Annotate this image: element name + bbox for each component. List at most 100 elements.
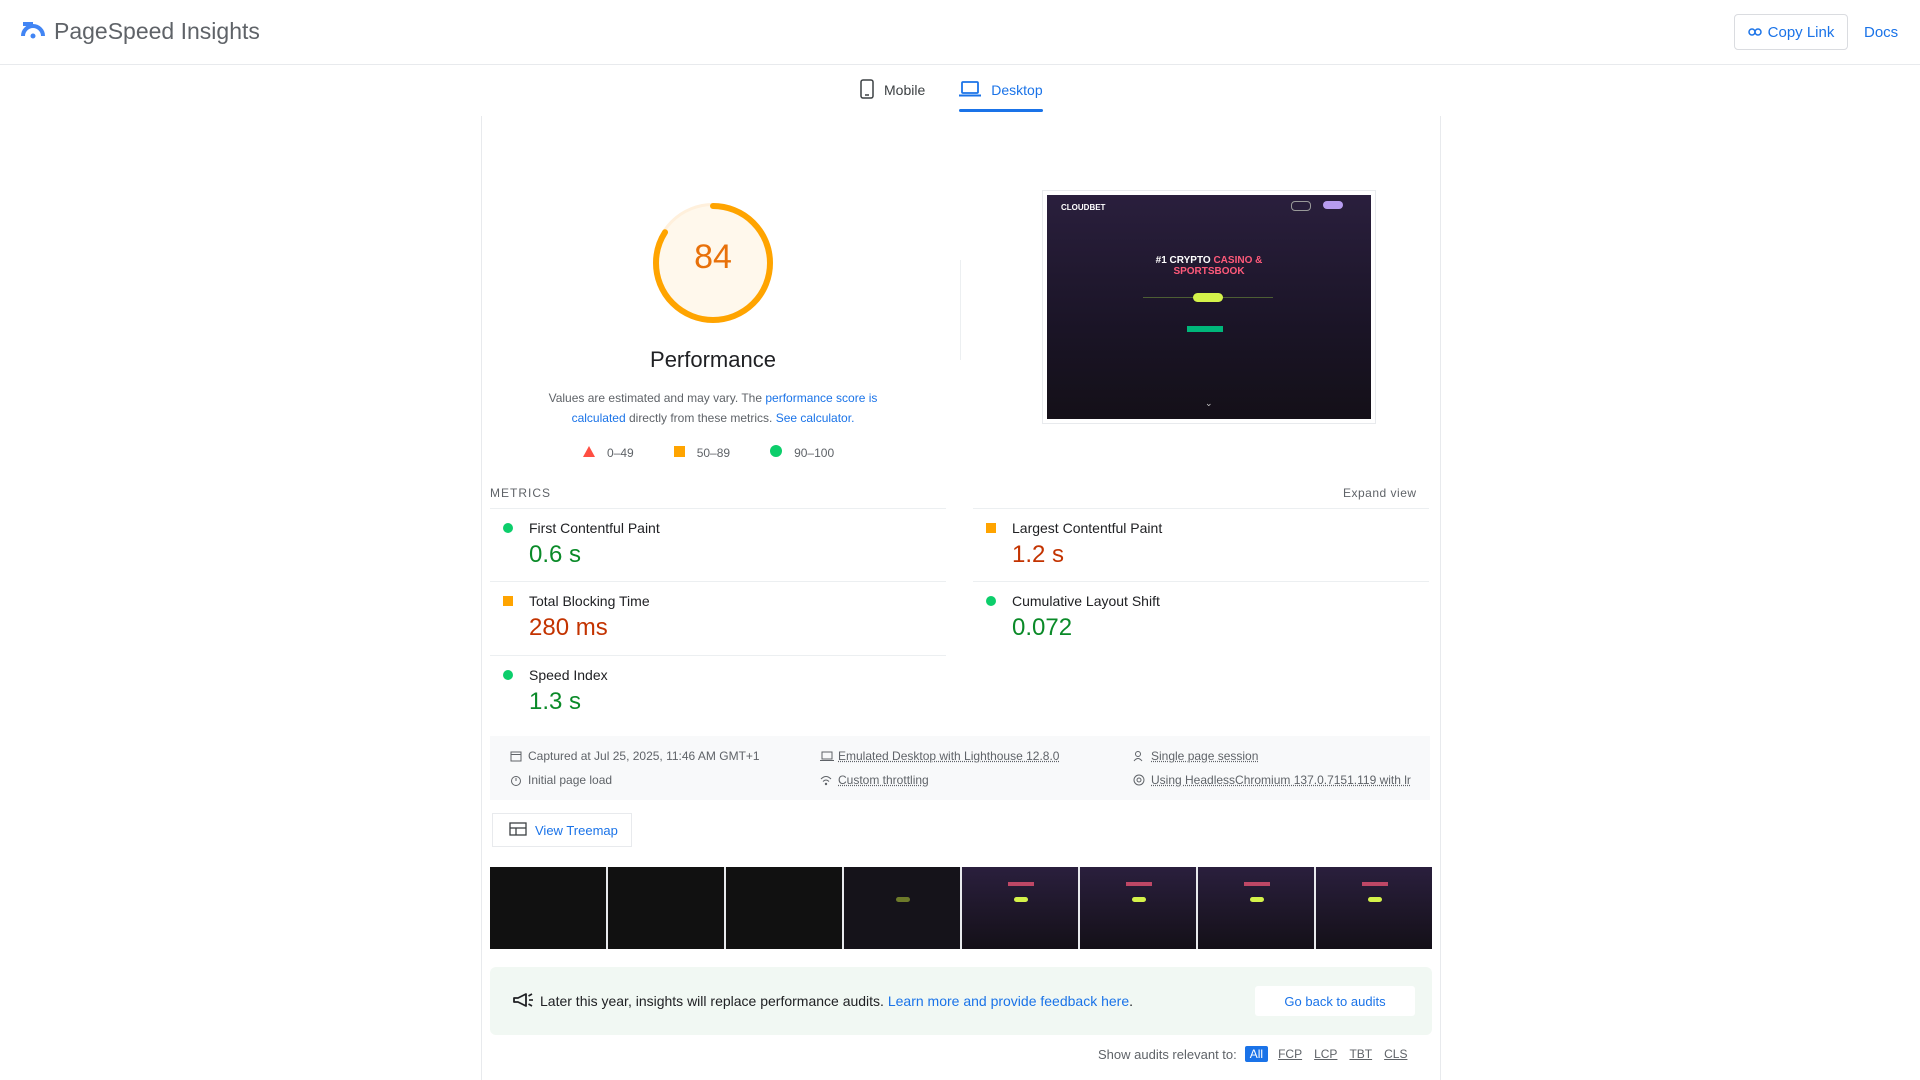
treemap-label: View Treemap bbox=[535, 822, 618, 838]
filmstrip-frame bbox=[844, 867, 960, 949]
performance-description: Values are estimated and may vary. The p… bbox=[530, 388, 896, 428]
desc-text-2: directly from these metrics. bbox=[625, 411, 776, 425]
green-circle-icon bbox=[770, 445, 783, 460]
headline-1: #1 CRYPTO bbox=[1155, 255, 1211, 266]
legend-poor: 0–49 bbox=[583, 445, 634, 460]
tab-mobile-label: Mobile bbox=[884, 82, 926, 98]
megaphone-icon bbox=[512, 991, 534, 1014]
legend-good: 90–100 bbox=[770, 445, 834, 460]
final-screenshot[interactable]: CLOUDBET #1 CRYPTO CASINO & SPORTSBOOK ⌄ bbox=[1042, 190, 1376, 424]
filter-chip-cls[interactable]: CLS bbox=[1382, 1047, 1409, 1061]
browser-version[interactable]: Using HeadlessChromium 137.0.7151.119 wi… bbox=[1133, 773, 1411, 787]
filmstrip-frame bbox=[962, 867, 1078, 949]
phone-icon bbox=[860, 78, 874, 102]
good-dot-icon bbox=[503, 670, 513, 680]
screenshot-brand: CLOUDBET bbox=[1061, 203, 1106, 212]
expand-view-toggle[interactable]: Expand view bbox=[1343, 486, 1417, 500]
captured-at: Captured at Jul 25, 2025, 11:46 AM GMT+1 bbox=[510, 749, 760, 763]
initial-text: Initial page load bbox=[528, 773, 613, 787]
metric-name: Cumulative Layout Shift bbox=[1012, 593, 1160, 609]
app-title: PageSpeed Insights bbox=[54, 18, 260, 44]
screenshot-headline: #1 CRYPTO CASINO & SPORTSBOOK bbox=[1047, 255, 1371, 277]
average-square-icon bbox=[986, 523, 996, 533]
filter-chip-fcp[interactable]: FCP bbox=[1276, 1047, 1304, 1061]
notice-text: Later this year, insights will replace p… bbox=[540, 993, 1133, 1009]
filmstrip-frame bbox=[608, 867, 724, 949]
divider bbox=[960, 260, 961, 360]
filmstrip bbox=[490, 867, 1432, 949]
captured-text: Captured at Jul 25, 2025, 11:46 AM GMT+1 bbox=[528, 749, 760, 763]
view-treemap-button[interactable]: View Treemap bbox=[492, 813, 632, 847]
filmstrip-frame bbox=[1080, 867, 1196, 949]
emulated-text: Emulated Desktop with Lighthouse 12.8.0 bbox=[838, 749, 1060, 763]
good-dot-icon bbox=[503, 523, 513, 533]
screenshot-login-pill bbox=[1291, 201, 1311, 211]
audit-filter: Show audits relevant to: All FCP LCP TBT… bbox=[1098, 1046, 1409, 1062]
metric-fcp: First Contentful Paint 0.6 s bbox=[490, 508, 946, 580]
performance-title: Performance bbox=[650, 347, 776, 372]
red-triangle-icon bbox=[583, 445, 595, 460]
legend-good-label: 90–100 bbox=[794, 445, 835, 460]
metric-lcp: Largest Contentful Paint 1.2 s bbox=[973, 508, 1429, 580]
learn-more-link[interactable]: Learn more and provide feedback here bbox=[888, 993, 1129, 1009]
session-type[interactable]: Single page session bbox=[1133, 749, 1258, 763]
throttling-text: Custom throttling bbox=[838, 773, 929, 787]
pagespeed-logo-icon bbox=[20, 18, 46, 45]
tab-desktop[interactable]: Desktop bbox=[959, 76, 1043, 112]
copy-link-label: Copy Link bbox=[1767, 23, 1835, 41]
filter-chip-tbt[interactable]: TBT bbox=[1347, 1047, 1374, 1061]
copy-link-button[interactable]: Copy Link bbox=[1734, 14, 1848, 50]
metric-name: Total Blocking Time bbox=[529, 593, 650, 609]
docs-link[interactable]: Docs bbox=[1864, 24, 1898, 41]
metric-name: First Contentful Paint bbox=[529, 520, 660, 536]
metric-value: 0.072 bbox=[1012, 614, 1073, 641]
screenshot-image: CLOUDBET #1 CRYPTO CASINO & SPORTSBOOK ⌄ bbox=[1047, 195, 1371, 419]
metric-si: Speed Index 1.3 s bbox=[490, 655, 946, 727]
see-calculator-link[interactable]: See calculator. bbox=[776, 411, 855, 425]
filter-label: Show audits relevant to: bbox=[1098, 1046, 1237, 1062]
person-icon bbox=[1133, 750, 1145, 762]
tab-desktop-label: Desktop bbox=[991, 82, 1043, 98]
top-bar: PageSpeed Insights Copy Link Docs bbox=[0, 0, 1920, 65]
device-tabs: Mobile Desktop bbox=[860, 76, 1043, 114]
filmstrip-frame bbox=[1316, 867, 1432, 949]
filmstrip-frame bbox=[490, 867, 606, 949]
timer-icon bbox=[510, 774, 522, 786]
emulated-device[interactable]: Emulated Desktop with Lighthouse 12.8.0 bbox=[820, 749, 1059, 763]
runtime-settings: Captured at Jul 25, 2025, 11:46 AM GMT+1… bbox=[490, 736, 1430, 800]
filmstrip-frame bbox=[726, 867, 842, 949]
chrome-icon bbox=[1133, 774, 1145, 786]
filmstrip-frame bbox=[1198, 867, 1314, 949]
browser-text: Using HeadlessChromium 137.0.7151.119 wi… bbox=[1151, 773, 1411, 787]
orange-square-icon bbox=[673, 445, 685, 460]
metric-name: Largest Contentful Paint bbox=[1012, 520, 1163, 536]
calendar-icon bbox=[510, 750, 522, 762]
metric-value: 1.2 s bbox=[1012, 541, 1065, 568]
metric-tbt: Total Blocking Time 280 ms bbox=[490, 581, 946, 653]
metrics-label: METRICS bbox=[490, 486, 551, 500]
screenshot-stars bbox=[1187, 326, 1223, 332]
metric-value: 1.3 s bbox=[529, 688, 582, 715]
notice-body: Later this year, insights will replace p… bbox=[540, 993, 888, 1009]
metric-value: 0.6 s bbox=[529, 541, 582, 568]
legend-average-label: 50–89 bbox=[696, 445, 731, 460]
good-dot-icon bbox=[986, 596, 996, 606]
laptop-icon bbox=[820, 750, 834, 762]
notice-period: . bbox=[1129, 993, 1134, 1009]
insights-notice: Later this year, insights will replace p… bbox=[490, 967, 1432, 1035]
tab-mobile[interactable]: Mobile bbox=[860, 76, 925, 104]
laptop-icon bbox=[959, 80, 982, 100]
go-back-to-audits-button[interactable]: Go back to audits bbox=[1255, 986, 1415, 1016]
chevron-down-icon: ⌄ bbox=[1205, 398, 1213, 408]
throttling[interactable]: Custom throttling bbox=[820, 773, 929, 787]
headline-2: SPORTSBOOK bbox=[1173, 266, 1245, 277]
session-text: Single page session bbox=[1151, 749, 1259, 763]
brand[interactable]: PageSpeed Insights bbox=[20, 18, 260, 45]
performance-score: 84 bbox=[694, 238, 732, 276]
legend-average: 50–89 bbox=[673, 445, 731, 460]
filter-chip-all[interactable]: All bbox=[1244, 1046, 1269, 1062]
metric-cls: Cumulative Layout Shift 0.072 bbox=[973, 581, 1429, 653]
screenshot-cta bbox=[1193, 293, 1223, 302]
filter-chip-lcp[interactable]: LCP bbox=[1312, 1047, 1339, 1061]
screenshot-signup-pill bbox=[1323, 201, 1343, 209]
